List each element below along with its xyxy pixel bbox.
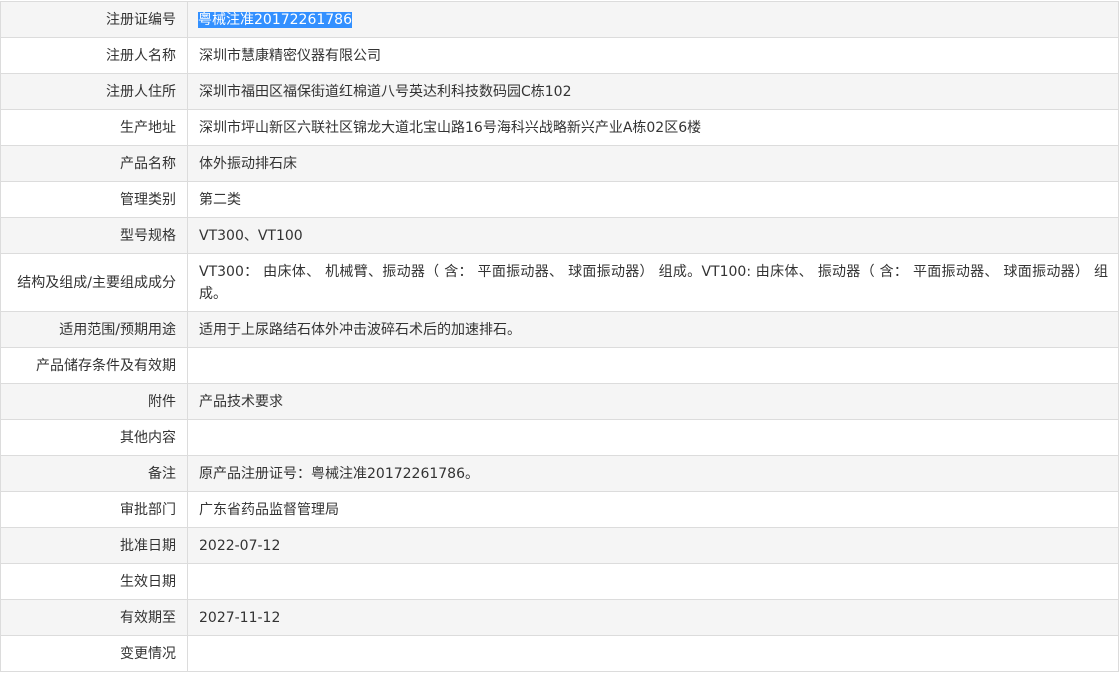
field-label: 附件 [0, 383, 188, 420]
field-value: 产品技术要求 [187, 383, 1119, 420]
selected-text[interactable]: 粤械注准20172261786 [198, 12, 352, 28]
field-value: 广东省药品监督管理局 [187, 491, 1119, 528]
table-row: 审批部门 广东省药品监督管理局 [0, 491, 1119, 528]
field-label: 产品名称 [0, 145, 188, 182]
field-value: VT300、VT100 [187, 217, 1119, 254]
table-row: 批准日期 2022-07-12 [0, 527, 1119, 564]
table-row: 注册人名称 深圳市慧康精密仪器有限公司 [0, 37, 1119, 74]
field-label: 备注 [0, 455, 188, 492]
field-label: 管理类别 [0, 181, 188, 218]
table-row: 其他内容 [0, 419, 1119, 456]
field-label: 生效日期 [0, 563, 188, 600]
table-row: 生效日期 [0, 563, 1119, 600]
field-value: 深圳市福田区福保街道红棉道八号英达利科技数码园C栋102 [187, 73, 1119, 110]
field-value: 2022-07-12 [187, 527, 1119, 564]
table-row: 变更情况 [0, 635, 1119, 672]
field-label: 结构及组成/主要组成成分 [0, 253, 188, 312]
field-label: 变更情况 [0, 635, 188, 672]
field-label: 注册人名称 [0, 37, 188, 74]
field-value [187, 563, 1119, 600]
field-value: 适用于上尿路结石体外冲击波碎石术后的加速排石。 [187, 311, 1119, 348]
field-label: 注册人住所 [0, 73, 188, 110]
field-value: 原产品注册证号：粤械注准20172261786。 [187, 455, 1119, 492]
field-label: 产品储存条件及有效期 [0, 347, 188, 384]
field-value [187, 347, 1119, 384]
field-label: 适用范围/预期用途 [0, 311, 188, 348]
field-value: 深圳市坪山新区六联社区锦龙大道北宝山路16号海科兴战略新兴产业A栋02区6楼 [187, 109, 1119, 146]
table-row: 注册证编号 粤械注准20172261786 [0, 1, 1119, 38]
field-value: 深圳市慧康精密仪器有限公司 [187, 37, 1119, 74]
table-row: 附件 产品技术要求 [0, 383, 1119, 420]
field-label: 有效期至 [0, 599, 188, 636]
field-value: 体外振动排石床 [187, 145, 1119, 182]
table-row: 适用范围/预期用途 适用于上尿路结石体外冲击波碎石术后的加速排石。 [0, 311, 1119, 348]
table-row: 结构及组成/主要组成成分 VT300： 由床体、 机械臂、振动器（ 含： 平面振… [0, 253, 1119, 312]
field-value: 2027-11-12 [187, 599, 1119, 636]
table-row: 备注 原产品注册证号：粤械注准20172261786。 [0, 455, 1119, 492]
table-row: 生产地址 深圳市坪山新区六联社区锦龙大道北宝山路16号海科兴战略新兴产业A栋02… [0, 109, 1119, 146]
field-value: 第二类 [187, 181, 1119, 218]
field-label: 生产地址 [0, 109, 188, 146]
field-value [187, 419, 1119, 456]
field-label: 审批部门 [0, 491, 188, 528]
field-label: 批准日期 [0, 527, 188, 564]
table-row: 注册人住所 深圳市福田区福保街道红棉道八号英达利科技数码园C栋102 [0, 73, 1119, 110]
table-row: 产品名称 体外振动排石床 [0, 145, 1119, 182]
field-value [187, 635, 1119, 672]
table-row: 有效期至 2027-11-12 [0, 599, 1119, 636]
field-label: 型号规格 [0, 217, 188, 254]
field-value: VT300： 由床体、 机械臂、振动器（ 含： 平面振动器、 球面振动器） 组成… [187, 253, 1119, 312]
table-row: 型号规格 VT300、VT100 [0, 217, 1119, 254]
table-row: 产品储存条件及有效期 [0, 347, 1119, 384]
registration-detail-table: 注册证编号 粤械注准20172261786 注册人名称 深圳市慧康精密仪器有限公… [0, 1, 1119, 672]
table-row: 管理类别 第二类 [0, 181, 1119, 218]
field-value: 粤械注准20172261786 [187, 1, 1119, 38]
field-label: 其他内容 [0, 419, 188, 456]
field-label: 注册证编号 [0, 1, 188, 38]
